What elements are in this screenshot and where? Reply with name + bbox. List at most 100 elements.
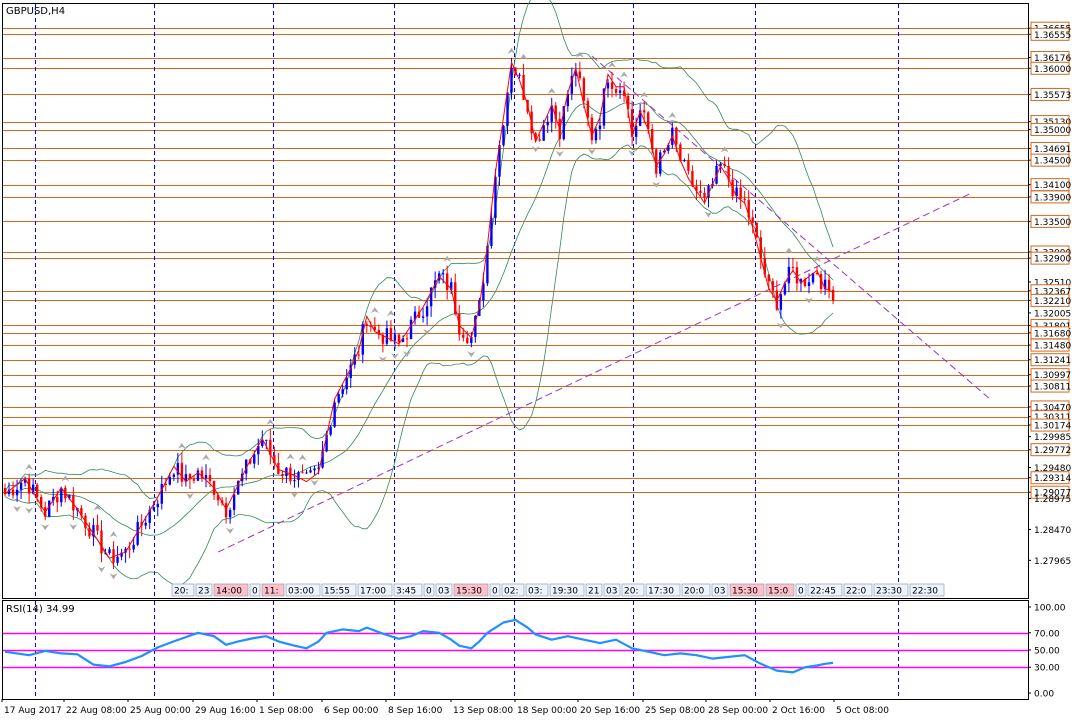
price-axis-label: 1.33900 <box>1034 193 1071 203</box>
candle-body <box>337 394 340 403</box>
candle-body <box>606 82 610 89</box>
candle-body <box>204 475 208 479</box>
candle-body <box>594 129 598 141</box>
rsi-axis-label: 70.00 <box>1034 629 1060 639</box>
session-tag-label: 17:00 <box>360 587 386 597</box>
candle-body <box>19 482 23 490</box>
candle-body <box>152 507 155 510</box>
session-tag-label: 3:45 <box>396 587 416 597</box>
candle-body <box>779 294 783 310</box>
candle-body <box>490 217 493 247</box>
session-tag-label: 0 <box>426 587 432 597</box>
candle-body <box>703 192 706 198</box>
price-axis-label: 1.30174 <box>1034 422 1071 432</box>
candle-body <box>208 475 212 481</box>
candle-body <box>699 190 702 193</box>
time-axis-label: 18 Sep 00:00 <box>517 706 577 716</box>
session-tag-label: 15:55 <box>324 587 350 597</box>
rsi-axis-label: 0.00 <box>1034 690 1054 700</box>
candle-body <box>192 479 196 481</box>
candle-body <box>743 198 746 201</box>
candle-body <box>281 474 284 477</box>
session-tag-label: 03 <box>606 587 617 597</box>
candle-body <box>659 152 662 174</box>
candle-body <box>421 316 425 318</box>
price-axis-label: 1.34500 <box>1034 157 1071 167</box>
rsi-axis-label: 50.00 <box>1034 647 1060 657</box>
candle-body <box>598 125 602 130</box>
time-axis-label: 8 Sep 16:00 <box>388 706 443 716</box>
time-axis-label: 6 Sep 00:00 <box>324 706 379 716</box>
price-axis-label: 1.29314 <box>1034 474 1071 484</box>
candle-body <box>313 468 316 471</box>
candle-body <box>462 334 465 338</box>
candle-body <box>542 125 545 141</box>
session-tag-label: 22:45 <box>810 587 836 597</box>
candle-body <box>365 324 368 326</box>
session-tag-label: 22:0 <box>846 587 866 597</box>
candle-body <box>441 273 445 275</box>
price-axis-label: 1.30811 <box>1034 383 1071 393</box>
candle-body <box>755 222 758 238</box>
candle-body <box>128 548 131 550</box>
price-axis-label: 1.36000 <box>1034 65 1071 75</box>
session-tag-label: 0 <box>492 587 498 597</box>
price-axis-label: 1.35000 <box>1034 126 1071 136</box>
session-tag-label: 17:30 <box>648 587 674 597</box>
candle-body <box>751 217 754 223</box>
session-tag-label: 03: <box>528 587 542 597</box>
time-axis-label: 28 Sep 00:00 <box>708 706 768 716</box>
session-tag-label: 22:30 <box>912 587 938 597</box>
candle-body <box>642 110 646 113</box>
candle-body <box>582 78 586 101</box>
time-axis-label: 13 Sep 08:00 <box>453 706 513 716</box>
candle-body <box>739 187 742 199</box>
candle-body <box>389 328 393 341</box>
chart-canvas: 20: 23 14:00 0 11: 03:00 15:55 17:00 3:45 0 03 15:3… <box>0 0 1080 720</box>
candle-body <box>618 90 622 93</box>
candle-body <box>393 334 397 341</box>
rsi-axis-label: 30.00 <box>1034 664 1060 674</box>
candle-body <box>807 282 811 287</box>
candle-body <box>56 496 59 503</box>
price-axis-label: 1.34100 <box>1034 181 1071 191</box>
candle-body <box>232 494 236 510</box>
time-axis-label: 25 Aug 00:00 <box>130 706 191 716</box>
candle-body <box>425 306 429 317</box>
candle-body <box>100 530 103 554</box>
candle-body <box>683 160 686 162</box>
price-axis-label: 1.27965 <box>1034 557 1071 567</box>
session-tag-label: 23 <box>198 587 209 597</box>
price-axis-label: 1.32005 <box>1034 309 1071 319</box>
candle-body <box>357 354 360 356</box>
candle-body <box>265 439 268 441</box>
time-axis-label: 1 Sep 08:00 <box>259 706 314 716</box>
candle-body <box>409 319 413 339</box>
candle-body <box>546 121 549 126</box>
price-axis-label: 1.31680 <box>1034 329 1071 339</box>
candle-body <box>309 470 312 473</box>
candle-body <box>466 337 469 344</box>
candle-body <box>168 476 172 485</box>
session-tag-label: 21 <box>588 587 599 597</box>
candle-body <box>502 125 505 146</box>
price-axis-label: 1.29985 <box>1034 433 1071 443</box>
session-tag-label: 20: <box>174 587 188 597</box>
time-axis-label: 22 Aug 08:00 <box>66 706 127 716</box>
candle-body <box>397 334 401 343</box>
session-tag-label: 15:30 <box>456 587 482 597</box>
time-axis-label: 5 Oct 08:00 <box>836 706 889 716</box>
session-tag-label: 19:30 <box>552 587 578 597</box>
candle-body <box>771 281 775 291</box>
candle-body <box>791 266 795 268</box>
price-axis-label: 1.31241 <box>1034 356 1071 366</box>
candle-body <box>538 139 541 141</box>
candle-body <box>172 474 176 477</box>
candle-body <box>116 556 119 563</box>
candle-body <box>723 163 726 166</box>
candle-body <box>132 544 135 550</box>
candle-body <box>827 279 831 291</box>
candle-body <box>405 338 409 340</box>
price-axis-label: 1.35573 <box>1034 91 1071 101</box>
price-axis-label: 1.31480 <box>1034 342 1071 352</box>
